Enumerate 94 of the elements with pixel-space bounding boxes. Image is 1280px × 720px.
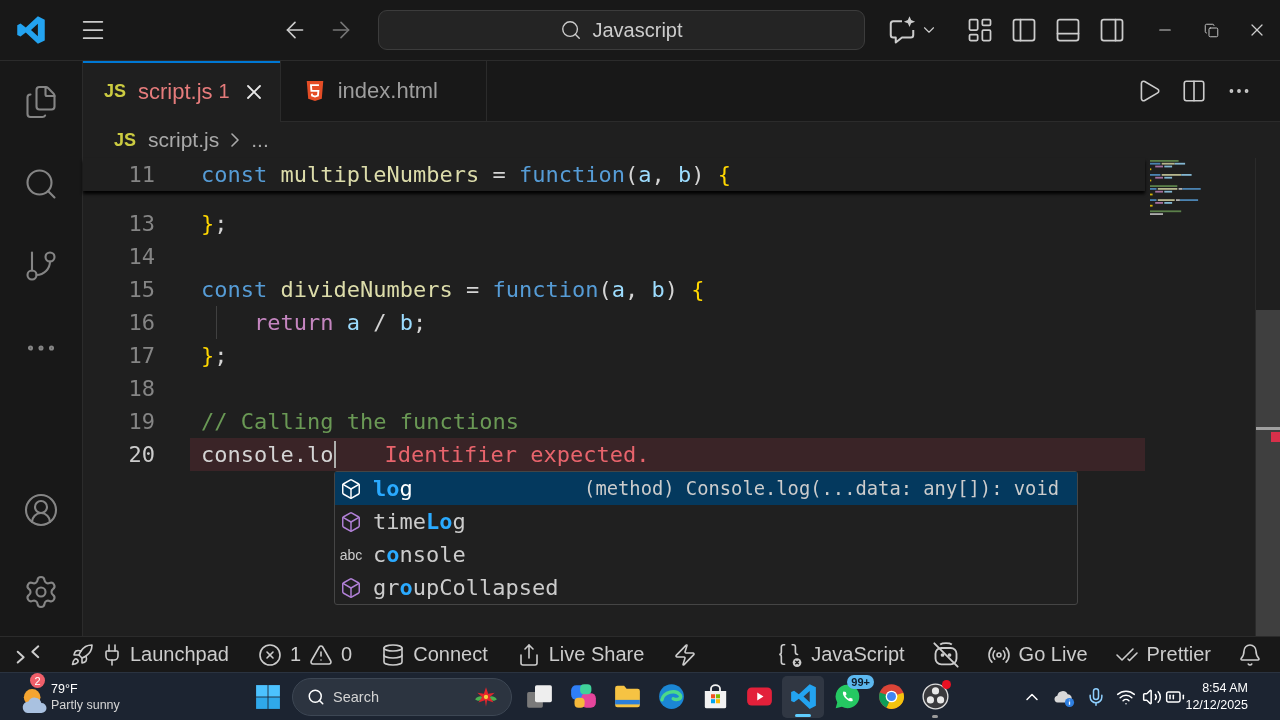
files-icon[interactable] [23,84,59,120]
code-line: }; [201,343,228,368]
line-number: 19 [127,409,155,434]
error-marker [1271,432,1280,442]
code-line: }; [201,211,228,236]
braces-icon [777,641,804,668]
split-editor-icon[interactable] [1180,78,1207,104]
tab-label: script.js [138,78,213,105]
panel-left-icon[interactable] [1010,16,1038,44]
error-icon [258,642,282,667]
status-bar-item[interactable]: Go Live [986,637,1088,672]
search-icon[interactable] [23,166,59,202]
settings-icon[interactable] [23,574,59,610]
breadcrumb-item[interactable]: script.js [148,128,220,152]
notification-badge: 99+ [847,674,874,689]
bell-icon[interactable] [1238,642,1262,667]
status-bar-item[interactable]: Connect [381,637,488,672]
code-line: return a / b; [254,310,427,335]
restore-icon[interactable] [1203,22,1219,38]
notification-badge: 2 [30,673,45,688]
code-line: console.lo [201,442,334,467]
status-bar-item[interactable]: Live Share [516,637,645,672]
suggestion-item[interactable]: timeLog [335,505,1077,538]
search-icon [307,687,325,706]
database-icon [381,642,406,667]
suggestion-label: console [373,542,466,567]
code-line: // Calling the functions [201,409,519,434]
crossed-out-face-icon[interactable] [931,640,960,669]
rocket-icon [70,642,94,667]
problem-count: 1 [218,80,230,103]
suggestion-label: groupCollapsed [373,575,559,600]
error-message: Identifier expected. [384,442,650,467]
ring-logo-icon[interactable] [921,683,949,710]
code-line: const divideNumbers = function(a, b) { [201,277,705,302]
status-bar-item[interactable]: Launchpad [70,637,229,672]
folder-icon[interactable] [613,683,641,710]
problems-button[interactable]: 1 0 [258,637,353,672]
minimap-drawing [1150,160,1201,215]
search-icon [560,19,583,41]
status-bar-item[interactable]: Prettier [1114,637,1211,672]
word-kind-label: abc [339,546,363,563]
layout-grid-icon[interactable] [966,16,994,44]
suggestion-item[interactable]: abc console [335,538,1077,571]
breadcrumb-item[interactable]: ... [251,128,269,152]
chat-sparkle-icon[interactable] [887,15,917,45]
weather-temperature: 79°F [51,681,79,696]
line-number: 20 [127,442,155,467]
warning-icon [309,642,334,667]
overlapping-shapes-icon[interactable] [569,683,597,710]
microphone-icon[interactable] [1086,686,1106,707]
error-count: 1 [290,643,302,666]
search-input[interactable]: Search [333,688,465,705]
suggestion-label: log [373,476,413,501]
panel-bottom-icon[interactable] [1054,16,1082,44]
suggestion-detail: (method) Console.log(...data: any[]): void [584,478,1060,499]
scrollbar-thumb[interactable] [1256,310,1280,636]
suggestion-item[interactable]: groupCollapsed [335,571,1077,604]
text-cursor [334,441,337,468]
line-number: 17 [127,343,155,368]
window-grid-icon [255,683,281,710]
file-type-label: JS [104,81,127,102]
taskbar-button[interactable] [782,675,824,718]
suggestion-label: timeLog [373,509,466,534]
cube-icon [340,510,362,533]
line-number: 11 [127,162,155,187]
warning-count: 0 [341,643,353,666]
line-number: 15 [127,277,155,302]
cursor-marker [1256,427,1280,430]
tricolor-circle-icon[interactable] [877,683,905,710]
line-number: 16 [127,310,155,335]
editor-tab[interactable]: JS script.js 1 [83,61,281,122]
account-icon[interactable] [23,492,59,528]
cube-icon [340,477,362,500]
ribbon-logo-icon [16,15,46,45]
chevron-right-icon [231,133,240,147]
cube-icon [340,576,362,599]
search-field[interactable]: Search [292,677,512,716]
command-center[interactable]: Javascript [378,10,865,50]
ribbon-logo-icon [789,683,817,710]
panel-right-icon[interactable] [1098,16,1126,44]
code-line: const multipleNumbers = function(a, b) { [201,162,731,187]
wave-globe-icon[interactable] [657,683,685,710]
tab-label: index.html [337,78,438,104]
weather-condition: Partly sunny [51,697,120,712]
file-type-label: JS [114,129,137,151]
clock-time[interactable]: 8:54 AM [1202,681,1248,695]
clock-date[interactable]: 12/12/2025 [1185,698,1248,712]
line-number: 13 [127,211,155,236]
stacked-windows-icon[interactable] [525,683,553,710]
line-number: 14 [127,244,155,269]
lightning-icon[interactable] [673,642,698,667]
line-number: 18 [127,376,155,401]
suggestion-item[interactable]: log (method) Console.log(...data: any[]): void [335,472,1077,505]
status-bar-item[interactable]: JavaScript [777,637,905,672]
